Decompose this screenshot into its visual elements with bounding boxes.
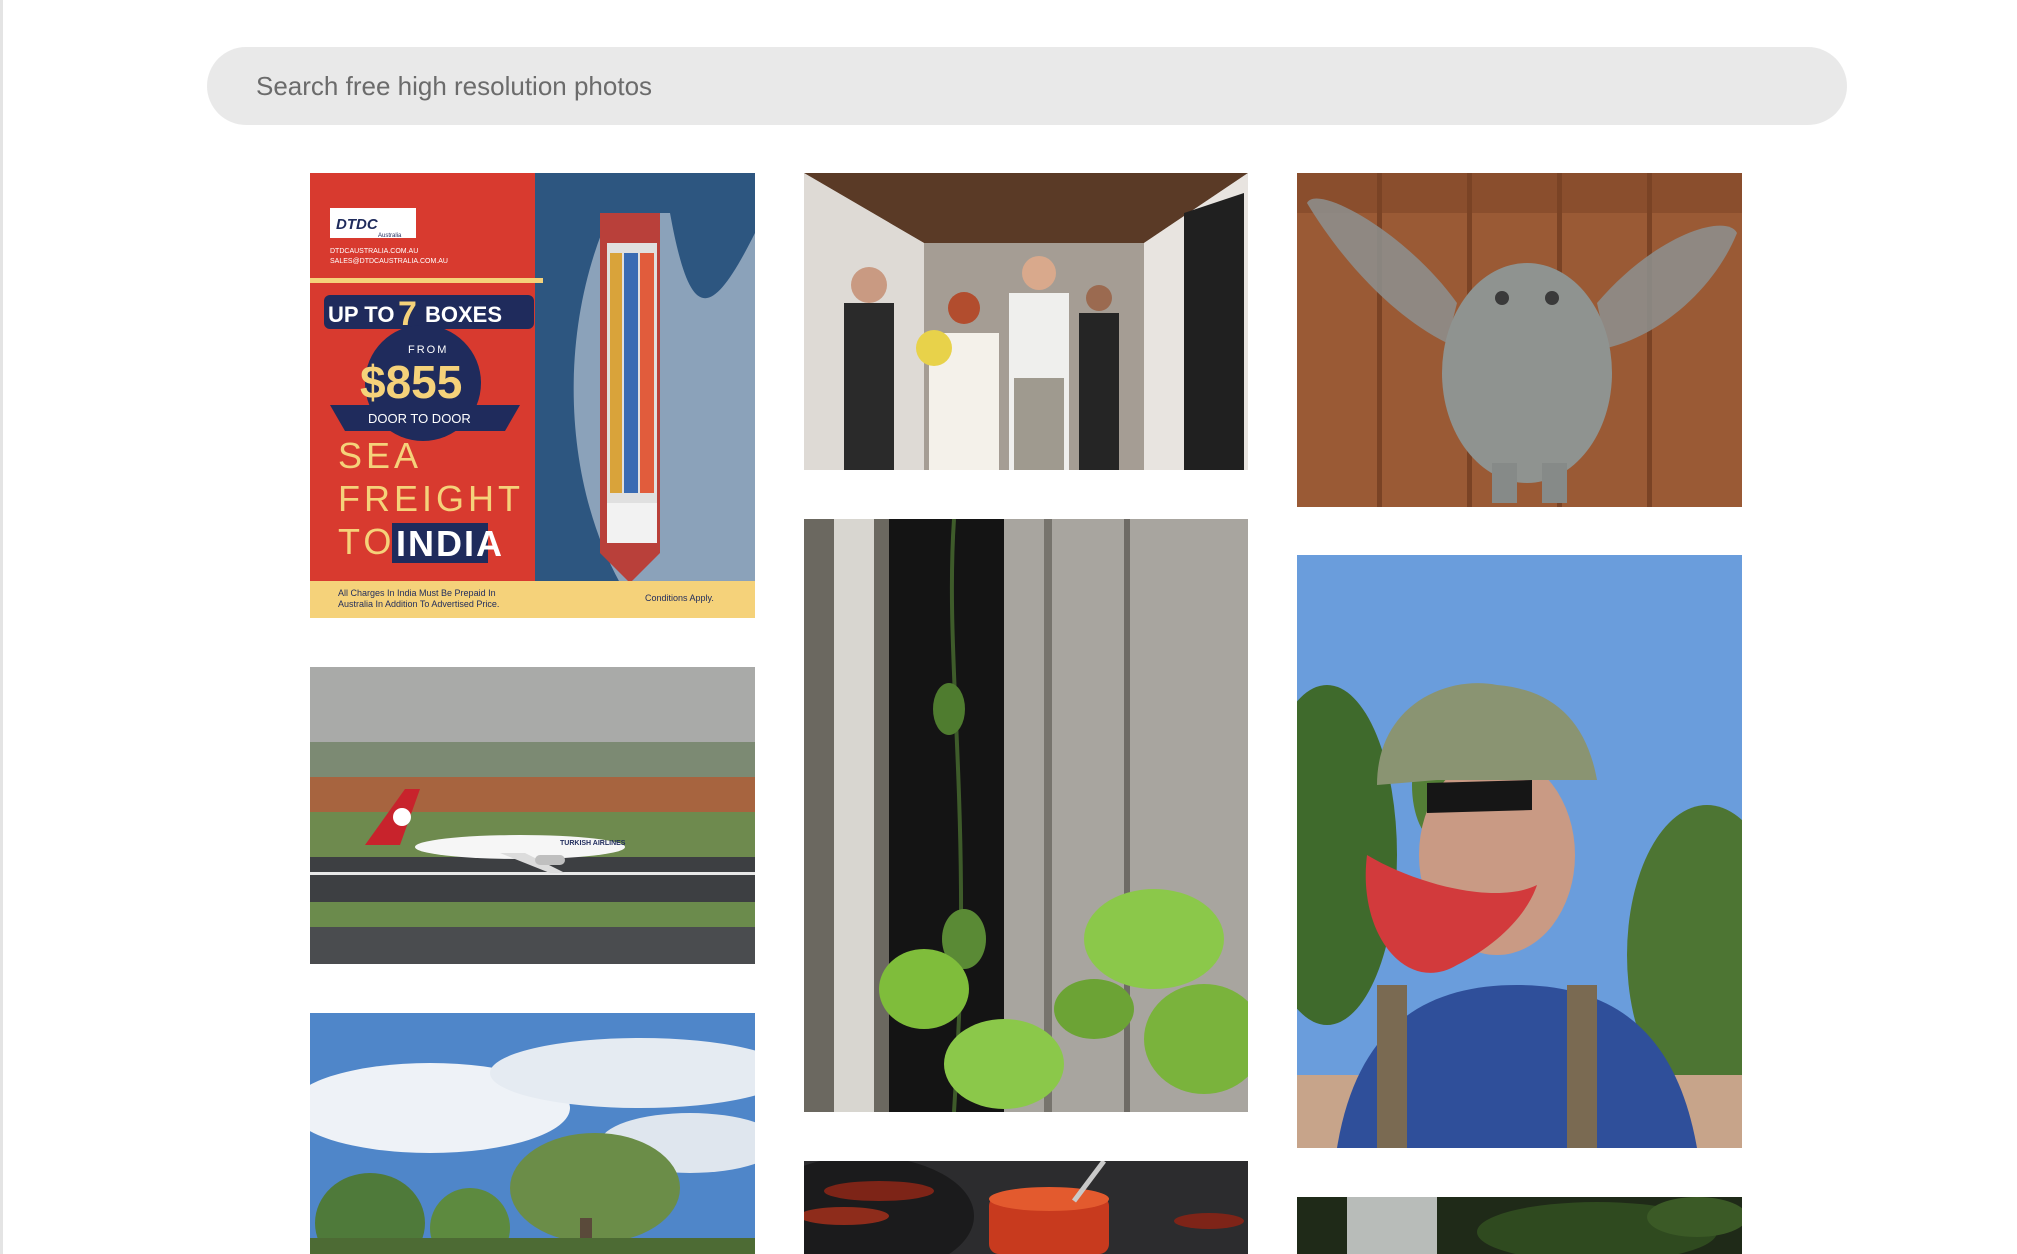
search-bar[interactable] <box>207 47 1847 125</box>
photo-airplane[interactable]: TURKISH AIRLINES <box>310 667 755 964</box>
airplane-image: TURKISH AIRLINES <box>310 667 755 964</box>
svg-text:UP TO: UP TO <box>328 302 394 327</box>
svg-text:BOXES: BOXES <box>425 302 502 327</box>
svg-text:Conditions Apply.: Conditions Apply. <box>645 593 714 603</box>
svg-text:FROM: FROM <box>408 344 448 356</box>
dtdc-website: DTDCAUSTRALIA.COM.AU <box>330 248 418 255</box>
dtdc-price: $855 <box>360 356 462 408</box>
svg-text:SEA: SEA <box>338 435 422 476</box>
svg-text:FREIGHT: FREIGHT <box>338 478 524 519</box>
photo-trees-sky[interactable] <box>310 1013 755 1254</box>
svg-text:Australia: Australia <box>378 233 402 239</box>
dtdc-ad-image: DTDC Australia DTDCAUSTRALIA.COM.AU SALE… <box>310 173 755 618</box>
photo-wire-owl[interactable] <box>1297 173 1742 507</box>
photo-wedding[interactable] <box>804 173 1248 470</box>
svg-text:DOOR TO DOOR: DOOR TO DOOR <box>368 411 471 426</box>
search-input[interactable] <box>207 47 1847 125</box>
svg-text:TO: TO <box>338 521 395 562</box>
svg-text:INDIA: INDIA <box>396 523 504 564</box>
svg-text:All Charges In India Must Be P: All Charges In India Must Be Prepaid In <box>338 588 496 598</box>
photo-wood-plant[interactable] <box>804 519 1248 1112</box>
wire-owl-image <box>1297 173 1742 507</box>
trees-sky-image <box>310 1013 755 1254</box>
dtdc-logo-text: DTDC <box>336 216 379 233</box>
dtdc-email: SALES@DTDCAUSTRALIA.COM.AU <box>330 258 448 265</box>
wood-plant-image <box>804 519 1248 1112</box>
photo-chili-jar[interactable] <box>804 1161 1248 1254</box>
page-edge-divider <box>0 0 3 1254</box>
chili-jar-image <box>804 1161 1248 1254</box>
hiker-selfie-image <box>1297 555 1742 1148</box>
wedding-image <box>804 173 1248 470</box>
dark-partial-image <box>1297 1197 1742 1254</box>
photo-dtdc-ad[interactable]: DTDC Australia DTDCAUSTRALIA.COM.AU SALE… <box>310 173 755 618</box>
photo-hiker-selfie[interactable] <box>1297 555 1742 1148</box>
svg-text:TURKISH AIRLINES: TURKISH AIRLINES <box>560 840 626 847</box>
photo-dark-partial[interactable] <box>1297 1197 1742 1254</box>
svg-text:Australia In Addition To Adver: Australia In Addition To Advertised Pric… <box>338 599 499 609</box>
